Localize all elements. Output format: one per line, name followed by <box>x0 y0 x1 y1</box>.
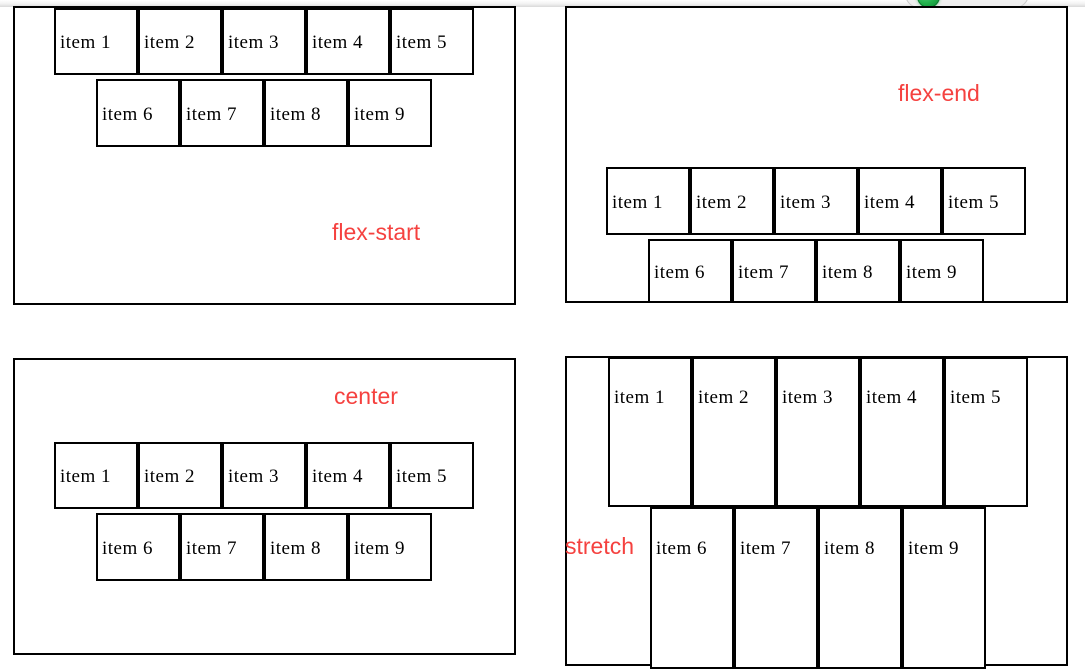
item-label: item 8 <box>270 538 322 559</box>
item-box: item 1 <box>54 8 138 75</box>
item-box: item 5 <box>942 167 1026 235</box>
item-label: item 4 <box>864 192 916 213</box>
item-box: item 4 <box>860 357 944 507</box>
item-label: item 5 <box>396 466 448 487</box>
align-label-stretch: stretch <box>565 533 635 559</box>
item-label: item 1 <box>612 192 664 213</box>
panel-center: item 1 item 2 item 3 item 4 item 5 item … <box>13 358 516 655</box>
item-label: item 1 <box>614 387 666 408</box>
item-label: item 9 <box>908 538 960 559</box>
item-box: item 2 <box>690 167 774 235</box>
item-box: item 9 <box>348 513 432 581</box>
item-label: item 7 <box>738 262 790 283</box>
item-label: item 4 <box>312 32 364 53</box>
item-box: item 9 <box>900 239 984 303</box>
item-label: item 2 <box>144 32 196 53</box>
item-label: item 8 <box>824 538 876 559</box>
item-box: item 8 <box>264 79 348 147</box>
item-label: item 6 <box>102 538 154 559</box>
item-label: item 1 <box>60 466 112 487</box>
align-label-flex-start: flex-start <box>332 219 421 245</box>
item-box: item 7 <box>732 239 816 303</box>
item-box: item 6 <box>648 239 732 303</box>
item-label: item 7 <box>186 104 238 125</box>
item-box: item 9 <box>902 507 986 669</box>
item-box: item 5 <box>390 442 474 509</box>
panel-flex-start: item 1 item 2 item 3 item 4 item 5 item … <box>13 6 516 305</box>
item-label: item 4 <box>866 387 918 408</box>
item-label: item 6 <box>654 262 706 283</box>
item-label: item 1 <box>60 32 112 53</box>
item-label: item 7 <box>186 538 238 559</box>
item-label: item 6 <box>656 538 708 559</box>
item-box: item 4 <box>306 8 390 75</box>
item-box: item 5 <box>390 8 474 75</box>
item-label: item 5 <box>396 32 448 53</box>
item-box: item 3 <box>776 357 860 507</box>
item-label: item 3 <box>782 387 834 408</box>
panel-flex-end: item 1 item 2 item 3 item 4 item 5 item … <box>565 6 1068 303</box>
item-label: item 3 <box>780 192 832 213</box>
item-label: item 4 <box>312 466 364 487</box>
item-label: item 5 <box>950 387 1002 408</box>
item-box: item 1 <box>608 357 692 507</box>
item-box: item 8 <box>264 513 348 581</box>
item-box: item 2 <box>692 357 776 507</box>
item-box: item 5 <box>944 357 1028 507</box>
item-label: item 3 <box>228 32 280 53</box>
item-label: item 2 <box>698 387 750 408</box>
item-box: item 3 <box>222 442 306 509</box>
item-box: item 8 <box>818 507 902 669</box>
item-box: item 7 <box>180 513 264 581</box>
item-box: item 2 <box>138 8 222 75</box>
item-box: item 6 <box>96 79 180 147</box>
item-box: item 3 <box>222 8 306 75</box>
item-box: item 6 <box>96 513 180 581</box>
item-box: item 9 <box>348 79 432 147</box>
item-box: item 4 <box>306 442 390 509</box>
item-label: item 8 <box>270 104 322 125</box>
item-box: item 2 <box>138 442 222 509</box>
item-label: item 2 <box>696 192 748 213</box>
item-box: item 4 <box>858 167 942 235</box>
item-label: item 9 <box>354 104 406 125</box>
item-box: item 8 <box>816 239 900 303</box>
item-label: item 3 <box>228 466 280 487</box>
item-label: item 9 <box>354 538 406 559</box>
item-label: item 6 <box>102 104 154 125</box>
align-label-center: center <box>334 383 398 409</box>
panel-stretch: item 1 item 2 item 3 item 4 item 5 item … <box>565 356 1068 669</box>
item-label: item 2 <box>144 466 196 487</box>
item-label: item 5 <box>948 192 1000 213</box>
align-label-flex-end: flex-end <box>898 80 980 106</box>
item-label: item 7 <box>740 538 792 559</box>
item-label: item 9 <box>906 262 958 283</box>
item-label: item 8 <box>822 262 874 283</box>
item-box: item 6 <box>650 507 734 669</box>
item-box: item 1 <box>606 167 690 235</box>
item-box: item 3 <box>774 167 858 235</box>
item-box: item 7 <box>180 79 264 147</box>
item-box: item 1 <box>54 442 138 509</box>
item-box: item 7 <box>734 507 818 669</box>
